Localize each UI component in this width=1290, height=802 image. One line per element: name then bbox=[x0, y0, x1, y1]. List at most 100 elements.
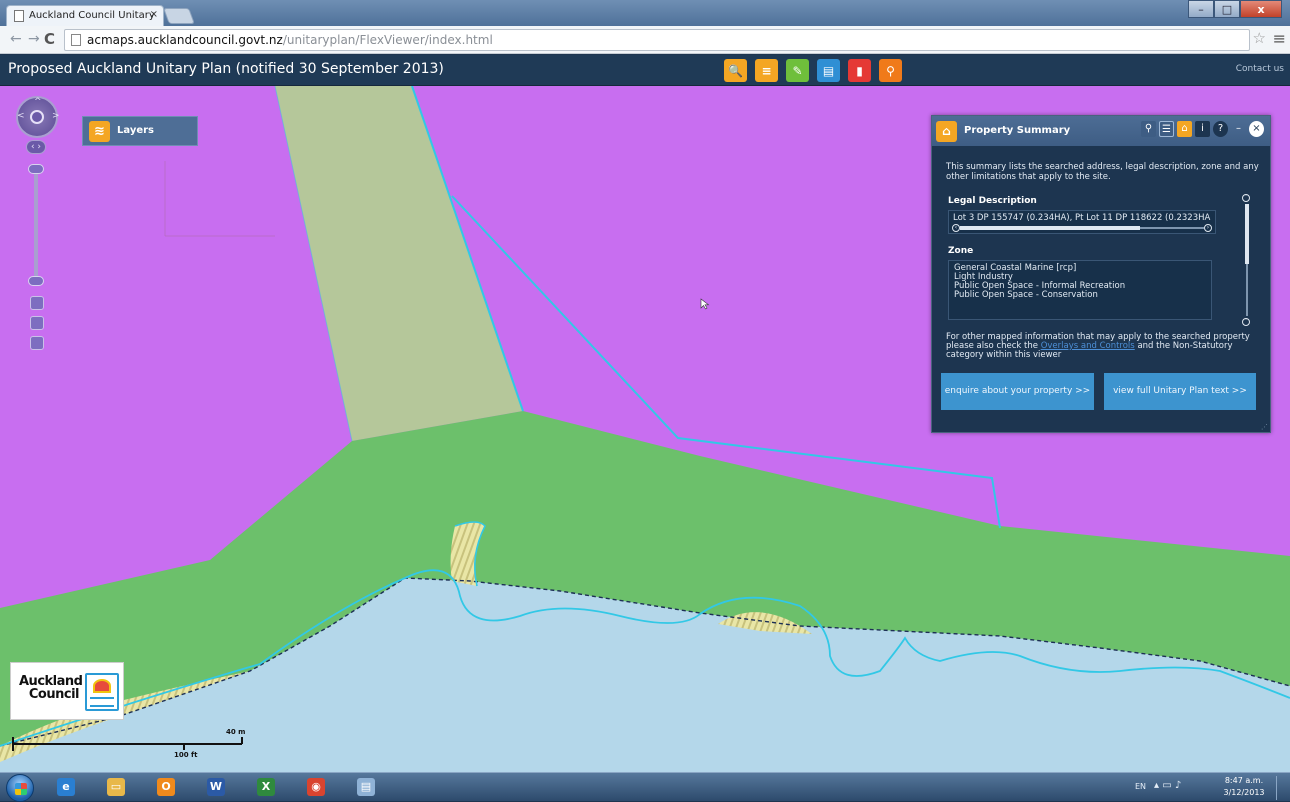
mouse-cursor-icon bbox=[700, 298, 710, 310]
taskbar-outlook-button[interactable]: O bbox=[146, 775, 186, 800]
list-icon[interactable]: ☰ bbox=[1159, 121, 1174, 137]
start-button[interactable] bbox=[6, 774, 34, 802]
panel-title: Property Summary bbox=[964, 125, 1071, 136]
layers-tool-icon[interactable]: ≡ bbox=[755, 59, 778, 82]
map-view[interactable]: ^ < > ‹ › ≋ Layers Auckland Council 40 m… bbox=[0, 86, 1290, 772]
home-icon: ⌂ bbox=[936, 121, 957, 142]
zone-light-industry bbox=[275, 86, 523, 441]
browser-tab[interactable]: Auckland Council Unitary × bbox=[6, 5, 164, 26]
app-toolbar: 🔍 ≡ ✎ ▤ ▮ ⚲ bbox=[724, 59, 902, 82]
scroll-right-icon[interactable]: › bbox=[1204, 224, 1212, 232]
tab-close-icon[interactable]: × bbox=[150, 9, 158, 20]
notepad-icon: ▤ bbox=[357, 778, 375, 796]
draw-tool-icon[interactable]: ✎ bbox=[786, 59, 809, 82]
back-arrow-icon[interactable]: ← bbox=[10, 31, 22, 47]
address-bar[interactable]: acmaps.aucklandcouncil.govt.nz/unitarypl… bbox=[64, 29, 1250, 51]
logo-wordmark: Auckland Council bbox=[19, 675, 83, 702]
taskbar-chrome-button[interactable]: ◉ bbox=[296, 775, 336, 800]
forward-arrow-icon[interactable]: → bbox=[28, 31, 40, 47]
search-icon[interactable]: ⚲ bbox=[1141, 121, 1156, 137]
legal-description-heading: Legal Description bbox=[948, 196, 1037, 206]
explorer-icon: ▭ bbox=[107, 778, 125, 796]
taskbar-excel-button[interactable]: X bbox=[246, 775, 286, 800]
taskbar-ie-button[interactable]: e bbox=[46, 775, 86, 800]
full-extent-icon[interactable] bbox=[30, 110, 44, 124]
taskbar: e ▭ O W X ◉ ▤ EN ▴ ▭ ♪ 8:47 a.m. 3/12/2013 bbox=[0, 772, 1290, 802]
scroll-thumb[interactable] bbox=[960, 226, 1140, 230]
scroll-down-icon[interactable]: ˅ bbox=[1242, 318, 1250, 326]
bookmark-star-icon[interactable]: ☆ bbox=[1253, 29, 1266, 47]
zoom-track[interactable] bbox=[34, 170, 38, 280]
maximize-button[interactable]: □ bbox=[1214, 0, 1240, 18]
close-window-button[interactable]: x bbox=[1240, 0, 1282, 18]
panel-header[interactable]: ⌂ Property Summary ⚲ ☰ ⌂ i ? – × bbox=[932, 116, 1270, 146]
layers-label: Layers bbox=[117, 125, 154, 136]
tab-title: Auckland Council Unitary bbox=[29, 10, 155, 21]
panel-intro-text: This summary lists the searched address,… bbox=[946, 162, 1259, 182]
menu-icon[interactable]: ≡ bbox=[1273, 29, 1286, 48]
zone-list[interactable]: General Coastal Marine [rcp] Light Indus… bbox=[948, 260, 1212, 320]
print-tool-icon[interactable]: ▤ bbox=[817, 59, 840, 82]
url-path: /unitaryplan/FlexViewer/index.html bbox=[282, 33, 493, 47]
help-icon[interactable]: ? bbox=[1213, 121, 1228, 137]
close-icon[interactable]: × bbox=[1249, 121, 1264, 137]
outlook-icon: O bbox=[157, 778, 175, 796]
clock-date[interactable]: 3/12/2013 bbox=[1214, 788, 1274, 797]
enquire-property-button[interactable]: enquire about your property >> bbox=[941, 373, 1094, 410]
pan-up-icon[interactable]: ^ bbox=[34, 97, 42, 107]
view-plan-text-button[interactable]: view full Unitary Plan text >> bbox=[1104, 373, 1256, 410]
zoom-slider[interactable]: ‹ › bbox=[24, 140, 48, 350]
ie-icon: e bbox=[57, 778, 75, 796]
zoom-previous-next-icon[interactable]: ‹ › bbox=[26, 140, 46, 154]
info-icon[interactable]: i bbox=[1195, 121, 1210, 137]
layers-button[interactable]: ≋ Layers bbox=[82, 116, 198, 146]
panel-note: For other mapped information that may ap… bbox=[946, 333, 1262, 360]
zone-item: Public Open Space - Conservation bbox=[954, 290, 1098, 300]
resize-handle-icon[interactable]: ⋰ bbox=[1261, 423, 1268, 431]
tray-icons[interactable]: ▴ ▭ ♪ bbox=[1154, 780, 1194, 796]
pan-right-icon[interactable]: > bbox=[52, 111, 60, 121]
zoom-in-icon[interactable] bbox=[28, 164, 44, 174]
property-icon[interactable]: ⌂ bbox=[1177, 121, 1192, 137]
chrome-icon: ◉ bbox=[307, 778, 325, 796]
council-emblem-icon bbox=[85, 673, 119, 711]
zoom-box-icon[interactable] bbox=[30, 296, 44, 310]
pan-control[interactable]: ^ < > bbox=[16, 96, 60, 138]
page-title: Proposed Auckland Unitary Plan (notified… bbox=[8, 61, 444, 77]
language-indicator[interactable]: EN bbox=[1135, 782, 1146, 791]
page-icon bbox=[71, 34, 81, 46]
browser-toolbar: ← → C acmaps.aucklandcouncil.govt.nz/uni… bbox=[0, 26, 1290, 54]
identify-tool-icon[interactable] bbox=[30, 336, 44, 350]
legal-horizontal-scrollbar[interactable]: ‹ › bbox=[952, 224, 1212, 232]
property-summary-panel: ⌂ Property Summary ⚲ ☰ ⌂ i ? – × This su… bbox=[931, 115, 1271, 433]
zoom-out-icon[interactable] bbox=[28, 276, 44, 286]
pan-tool-icon[interactable] bbox=[30, 316, 44, 330]
excel-icon: X bbox=[257, 778, 275, 796]
window-controls: – □ x bbox=[1188, 0, 1282, 18]
taskbar-explorer-button[interactable]: ▭ bbox=[96, 775, 136, 800]
minimize-button[interactable]: – bbox=[1188, 0, 1214, 18]
search-tool-icon[interactable]: 🔍 bbox=[724, 59, 747, 82]
scroll-thumb[interactable] bbox=[1245, 204, 1249, 264]
browser-tab-strip: Auckland Council Unitary × – □ x bbox=[0, 0, 1290, 26]
locate-tool-icon[interactable]: ⚲ bbox=[879, 59, 902, 82]
minimize-icon[interactable]: – bbox=[1231, 121, 1246, 137]
zone-heading: Zone bbox=[948, 246, 974, 256]
taskbar-word-button[interactable]: W bbox=[196, 775, 236, 800]
show-desktop-button[interactable] bbox=[1276, 776, 1284, 800]
contact-us-link[interactable]: Contact us bbox=[1236, 64, 1284, 74]
clock-time[interactable]: 8:47 a.m. bbox=[1214, 776, 1274, 785]
app-header: Proposed Auckland Unitary Plan (notified… bbox=[0, 55, 1290, 86]
new-tab-button[interactable] bbox=[163, 8, 195, 24]
taskbar-notepad-button[interactable]: ▤ bbox=[346, 775, 386, 800]
scroll-up-icon[interactable]: ˄ bbox=[1242, 194, 1250, 202]
panel-vertical-scrollbar[interactable]: ˄ ˅ bbox=[1242, 194, 1252, 326]
windows-logo-icon bbox=[15, 783, 27, 795]
pan-left-icon[interactable]: < bbox=[17, 111, 25, 121]
scroll-left-icon[interactable]: ‹ bbox=[952, 224, 960, 232]
bookmark-tool-icon[interactable]: ▮ bbox=[848, 59, 871, 82]
logo-line: Council bbox=[28, 687, 80, 702]
scale-imperial-label: 100 ft bbox=[174, 751, 198, 759]
reload-icon[interactable]: C bbox=[44, 30, 55, 48]
page-icon bbox=[14, 10, 24, 22]
